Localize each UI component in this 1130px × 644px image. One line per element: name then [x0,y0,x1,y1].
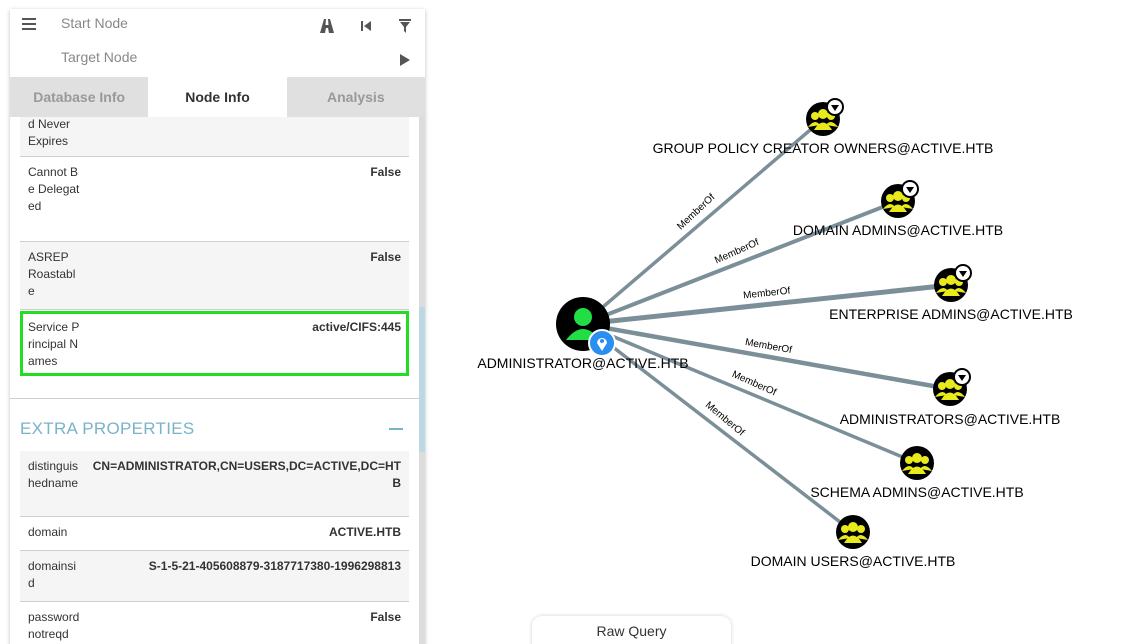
property-value: S-1-5-21-405608879-3187717380-1996298813 [148,559,401,573]
group-node-label[interactable]: DOMAIN ADMINS@ACTIVE.HTB [793,222,1003,238]
property-key: distinguishedname [28,459,79,490]
group-node-icon[interactable] [900,446,934,480]
group-node-icon[interactable] [836,515,870,549]
hamburger-menu-icon[interactable] [22,18,36,30]
search-panel: Database Info Node Info Analysis d Never… [10,9,425,644]
target-node-input[interactable] [61,49,301,65]
property-value: False [370,165,401,179]
property-key: Service Principal Names [28,320,80,368]
node-info-content[interactable]: d Never Expires Cannot Be Delegated Fals… [10,117,419,644]
property-row: domainsid S-1-5-21-405608879-3187717380-… [20,551,409,602]
property-key: Cannot Be Delegated [28,165,80,213]
group-node-icon[interactable] [881,180,919,218]
property-row-highlighted: Service Principal Names active/CIFS:445 [20,311,409,376]
group-node-label[interactable]: GROUP POLICY CREATOR OWNERS@ACTIVE.HTB [653,140,994,156]
property-key: d Never Expires [28,117,71,148]
property-value: active/CIFS:445 [312,320,401,334]
property-value: CN=ADMINISTRATOR,CN=USERS,DC=ACTIVE,DC=H… [92,459,401,490]
raw-query-button[interactable]: Raw Query [532,616,731,644]
start-node-row [10,9,425,43]
group-node-label[interactable]: ADMINISTRATORS@ACTIVE.HTB [840,411,1061,427]
property-key: domainsid [28,559,77,590]
group-node-label[interactable]: SCHEMA ADMINS@ACTIVE.HTB [810,484,1023,500]
play-icon[interactable] [396,51,414,69]
property-row: domain ACTIVE.HTB [20,517,409,551]
bloodhound-window: MemberOf MemberOf MemberOf MemberOf MemberOf… [0,0,1130,644]
group-node-icon[interactable] [806,98,844,136]
property-row: d Never Expires [20,117,409,157]
collapse-icon[interactable] [389,428,403,430]
tab-database-info[interactable]: Database Info [10,77,149,117]
target-node-row [10,43,425,77]
tab-node-info[interactable]: Node Info [148,77,287,117]
high-value-diamond-icon [953,368,971,386]
property-row: distinguishedname CN=ADMINISTRATOR,CN=US… [20,451,409,517]
start-node-pin-icon [588,329,616,357]
property-key: domain [28,525,68,539]
high-value-diamond-icon [826,98,844,116]
high-value-diamond-icon [954,264,972,282]
group-node-icon[interactable] [933,368,971,406]
panel-tabs: Database Info Node Info Analysis [10,77,425,117]
group-node-label[interactable]: ENTERPRISE ADMINS@ACTIVE.HTB [829,306,1073,322]
user-node-label[interactable]: ADMINISTRATOR@ACTIVE.HTB [477,355,688,371]
back-icon[interactable] [357,17,375,35]
property-value: ACTIVE.HTB [329,525,401,539]
pathfinding-road-icon[interactable] [318,17,336,35]
high-value-diamond-icon [901,180,919,198]
property-key: ASREP Roastable [28,250,76,298]
scrollbar-thumb[interactable] [419,307,425,452]
edge-label: MemberOf [743,286,791,302]
property-row: ASREP Roastable False [20,242,409,310]
panel-scrollbar[interactable] [419,117,425,644]
property-key: passwordnotreqd [28,610,80,641]
property-value: False [370,250,401,264]
property-row: passwordnotreqd False [20,602,409,644]
group-node-label[interactable]: DOMAIN USERS@ACTIVE.HTB [751,553,956,569]
property-row: Cannot Be Delegated False [20,157,409,242]
start-node-input[interactable] [61,15,301,31]
property-value: False [370,610,401,624]
group-node-icon[interactable] [934,264,972,302]
section-divider [10,398,419,399]
filter-icon[interactable] [396,17,414,35]
tab-analysis[interactable]: Analysis [286,77,425,117]
extra-properties-title: EXTRA PROPERTIES [20,419,195,438]
